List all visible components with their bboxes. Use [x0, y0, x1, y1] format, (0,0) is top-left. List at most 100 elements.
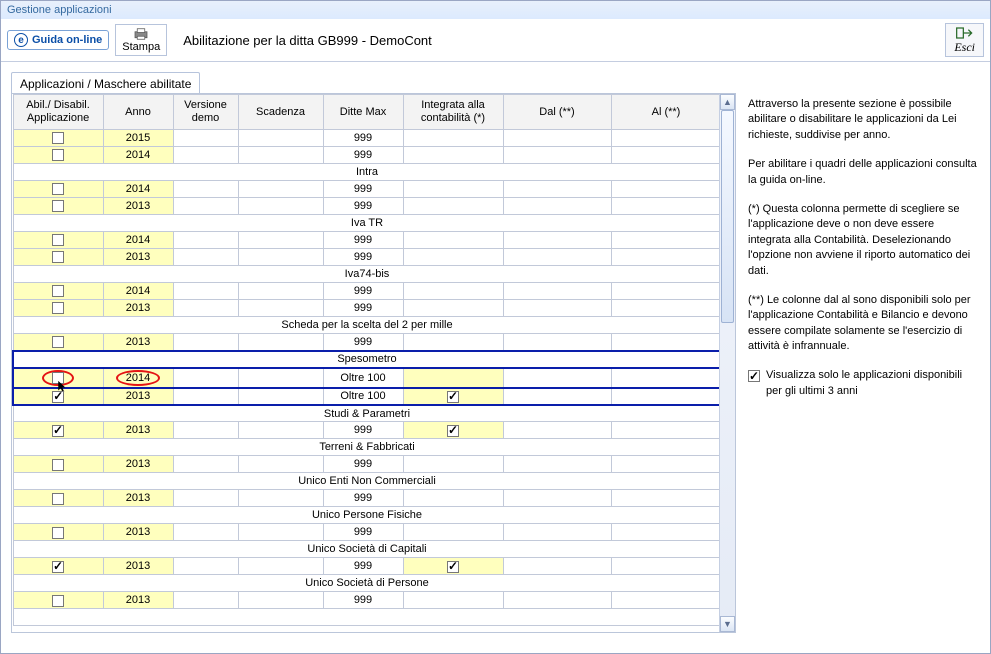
table-row[interactable]: 2013 999	[13, 490, 719, 507]
grid-container: Abil./ Disabil. Applicazione Anno Versio…	[11, 93, 736, 633]
col-scadenza[interactable]: Scadenza	[238, 95, 323, 130]
cell-anno: 2013	[103, 422, 173, 439]
applications-table: Abil./ Disabil. Applicazione Anno Versio…	[12, 94, 719, 626]
section-ivatr: Iva TR	[13, 215, 719, 232]
enable-checkbox[interactable]	[52, 336, 64, 348]
col-versione[interactable]: Versione demo	[173, 95, 238, 130]
cell-anno: 2013	[103, 558, 173, 575]
col-abil[interactable]: Abil./ Disabil. Applicazione	[13, 95, 103, 130]
col-ditte[interactable]: Ditte Max	[323, 95, 403, 130]
enable-checkbox[interactable]	[52, 527, 64, 539]
scroll-track[interactable]	[720, 110, 735, 616]
cell-anno: 2013	[103, 249, 173, 266]
table-row[interactable]: 2013 999	[13, 456, 719, 473]
section-unicosp: Unico Società di Persone	[13, 575, 719, 592]
table-row[interactable]: 2014 Oltre 100	[13, 368, 719, 388]
guide-label: Guida on-line	[32, 34, 102, 46]
cell-ditte: 999	[323, 147, 403, 164]
stampa-label: Stampa	[122, 41, 160, 53]
table-row[interactable]: 2013 999	[13, 558, 719, 575]
section-spesometro: Spesometro	[13, 351, 719, 368]
col-dal[interactable]: Dal (**)	[503, 95, 611, 130]
enable-checkbox[interactable]	[52, 493, 64, 505]
scroll-up-button[interactable]: ▲	[720, 94, 735, 110]
cell-ditte: 999	[323, 130, 403, 147]
table-row[interactable]: 2013 999	[13, 334, 719, 351]
section-iva74: Iva74-bis	[13, 266, 719, 283]
window-title: Gestione applicazioni	[1, 1, 990, 19]
cell-ditte: 999	[323, 592, 403, 609]
table-row[interactable]: 2013 999	[13, 198, 719, 215]
enable-checkbox[interactable]	[52, 595, 64, 607]
table-row[interactable]: 2014 999	[13, 232, 719, 249]
esci-button[interactable]: Esci	[945, 23, 984, 57]
section-unicopf: Unico Persone Fisiche	[13, 507, 719, 524]
col-al[interactable]: Al (**)	[611, 95, 719, 130]
enable-checkbox[interactable]	[52, 372, 64, 384]
table-row[interactable]: 2013 999	[13, 249, 719, 266]
enable-checkbox[interactable]	[52, 302, 64, 314]
table-row[interactable]: 2013 999	[13, 524, 719, 541]
sidebar-text: (**) Le colonne dal al sono disponibili …	[748, 293, 978, 355]
cell-ditte: 999	[323, 490, 403, 507]
tab-applicazioni[interactable]: Applicazioni / Maschere abilitate	[11, 72, 200, 93]
integrata-checkbox[interactable]	[447, 425, 459, 437]
table-row[interactable]: 2013 999	[13, 300, 719, 317]
cell-ditte: 999	[323, 334, 403, 351]
table-row[interactable]: 2013 999	[13, 422, 719, 439]
col-integrata[interactable]: Integrata alla contabilità (*)	[403, 95, 503, 130]
scroll-down-button[interactable]: ▼	[720, 616, 735, 632]
scroll-thumb[interactable]	[721, 110, 734, 323]
cell-anno: 2014	[103, 232, 173, 249]
cell-ditte: Oltre 100	[323, 388, 403, 405]
table-row[interactable]: 2014 999	[13, 147, 719, 164]
printer-icon	[132, 27, 150, 41]
table-row[interactable]: 2013 Oltre 100	[13, 388, 719, 405]
page-title: Abilitazione per la ditta GB999 - DemoCo…	[173, 33, 939, 48]
table-row[interactable]: 2013 999	[13, 592, 719, 609]
table-row[interactable]: 2014 999	[13, 283, 719, 300]
cell-anno: 2013	[103, 198, 173, 215]
stampa-button[interactable]: Stampa	[115, 24, 167, 56]
cell-anno: 2013	[103, 592, 173, 609]
guide-online-button[interactable]: e Guida on-line	[7, 30, 109, 50]
enable-checkbox[interactable]	[52, 149, 64, 161]
enable-checkbox[interactable]	[52, 285, 64, 297]
filter-last3years-checkbox[interactable]	[748, 370, 760, 382]
cell-ditte: 999	[323, 456, 403, 473]
col-anno[interactable]: Anno	[103, 95, 173, 130]
integrata-checkbox[interactable]	[447, 561, 459, 573]
cell-anno: 2014	[103, 181, 173, 198]
cell-anno: 2014	[116, 370, 160, 386]
cell-anno: 2013	[103, 524, 173, 541]
enable-checkbox[interactable]	[52, 459, 64, 471]
ie-icon: e	[14, 33, 28, 47]
vertical-scrollbar[interactable]: ▲ ▼	[719, 94, 735, 632]
enable-checkbox[interactable]	[52, 183, 64, 195]
filter-label: Visualizza solo le applicazioni disponib…	[766, 368, 978, 399]
cell-ditte: 999	[323, 181, 403, 198]
cell-anno: 2014	[103, 283, 173, 300]
enable-checkbox[interactable]	[52, 391, 64, 403]
enable-checkbox[interactable]	[52, 251, 64, 263]
cell-anno: 2015	[103, 130, 173, 147]
enable-checkbox[interactable]	[52, 200, 64, 212]
enable-checkbox[interactable]	[52, 561, 64, 573]
section-terreni: Terreni & Fabbricati	[13, 439, 719, 456]
section-unicosc: Unico Società di Capitali	[13, 541, 719, 558]
enable-checkbox[interactable]	[52, 234, 64, 246]
cell-ditte: 999	[323, 232, 403, 249]
integrata-checkbox[interactable]	[447, 391, 459, 403]
cell-ditte: 999	[323, 524, 403, 541]
toolbar: e Guida on-line Stampa Abilitazione per …	[1, 19, 990, 62]
sidebar-text: (*) Questa colonna permette di scegliere…	[748, 202, 978, 279]
table-row[interactable]: 2015 999	[13, 130, 719, 147]
enable-checkbox[interactable]	[52, 132, 64, 144]
enable-checkbox[interactable]	[52, 425, 64, 437]
cell-anno: 2014	[103, 147, 173, 164]
section-studi: Studi & Parametri	[13, 405, 719, 422]
cell-anno: 2013	[103, 300, 173, 317]
table-row[interactable]: 2014 999	[13, 181, 719, 198]
section-empty	[13, 609, 719, 626]
section-intra: Intra	[13, 164, 719, 181]
